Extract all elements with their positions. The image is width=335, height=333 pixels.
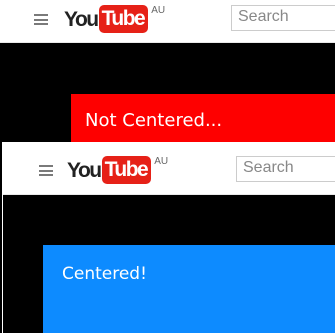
youtube-logo[interactable]: You Tube AU	[67, 156, 168, 184]
logo-country-code: AU	[151, 5, 166, 16]
logo-tube-text: Tube	[101, 156, 152, 184]
screenshot-centered: You Tube AU Search Centered!	[2, 142, 335, 333]
masthead: You Tube AU Search	[0, 0, 335, 43]
search-input[interactable]: Search	[231, 5, 335, 31]
youtube-logo[interactable]: You Tube AU	[64, 5, 165, 33]
logo-country-code: AU	[154, 156, 169, 167]
comparison-stage: You Tube AU Search Not Centered... You T…	[0, 0, 335, 333]
screenshot-not-centered: You Tube AU Search Not Centered...	[0, 0, 335, 142]
logo-tube-text: Tube	[98, 5, 149, 33]
hamburger-icon[interactable]	[34, 14, 48, 25]
logo-you-text: You	[67, 158, 102, 182]
masthead: You Tube AU Search	[3, 143, 335, 195]
centered-banner: Centered!	[43, 245, 335, 333]
not-centered-banner: Not Centered...	[71, 94, 335, 142]
logo-you-text: You	[64, 7, 99, 31]
hamburger-icon[interactable]	[39, 165, 53, 176]
search-input[interactable]: Search	[236, 156, 335, 182]
